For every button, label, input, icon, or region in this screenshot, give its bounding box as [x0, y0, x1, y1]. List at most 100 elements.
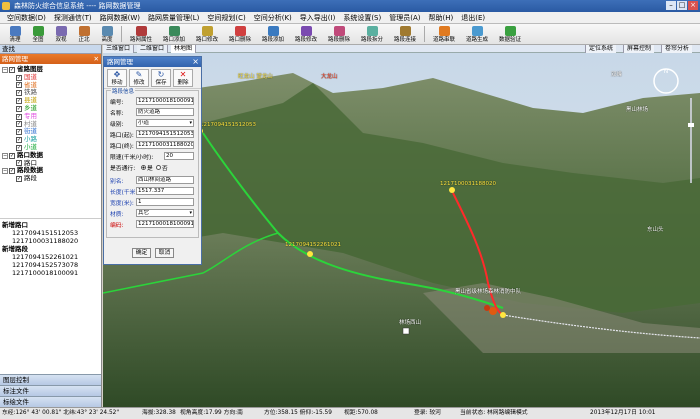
toolbar-button-12[interactable]: 路段拆分 [356, 25, 388, 43]
tree-layer-item[interactable]: ✓ 国道 [2, 73, 99, 82]
toolbar-button-5[interactable]: 路网属性 [125, 25, 157, 43]
code-field[interactable]: 1217100018100091 [136, 220, 194, 228]
bottom-tab-1[interactable]: 标注文件 [0, 385, 101, 396]
new-road-title[interactable]: 新增路段 [2, 245, 99, 253]
tree-root-layers[interactable]: − ✓ 省路图层 [2, 65, 99, 74]
tree-group-junctions[interactable]: − ✓ 路口数据 [2, 151, 99, 160]
menu-item-6[interactable]: 导入导出(I) [297, 12, 339, 24]
menu-item-3[interactable]: 路网质量管理(L) [145, 12, 202, 24]
pass-yes-radio[interactable] [141, 164, 146, 170]
toolbar-button-10[interactable]: 路段修改 [290, 25, 322, 43]
menu-item-7[interactable]: 系统设置(S) [340, 12, 384, 24]
new-road-item[interactable]: 1217100018100091 [2, 269, 99, 277]
checkbox[interactable]: ✓ [16, 121, 22, 128]
cancel-button[interactable]: 取消 [155, 248, 174, 258]
checkbox[interactable]: ✓ [16, 74, 22, 81]
expand-icon[interactable]: − [2, 152, 8, 159]
tree-group-roads[interactable]: − ✓ 路段数据 [2, 167, 99, 175]
delete-button[interactable]: ✕ 删除 [173, 69, 193, 87]
checkbox[interactable]: ✓ [16, 105, 22, 112]
checkbox[interactable]: ✓ [16, 98, 22, 105]
alias-field[interactable]: 西山林间道路 [136, 176, 194, 184]
tree-layer-item[interactable]: ✓ 街道 [2, 128, 99, 136]
ok-button[interactable]: 确定 [132, 248, 151, 258]
move-button[interactable]: ✥ 移动 [107, 69, 127, 87]
toolbar-button-8[interactable]: 路口删除 [224, 25, 256, 43]
left-panel: 查找 路网管理 ✕ − ✓ 省路图层 ✓ 国道 ✓ 省道 ✓ 铁路 ✓ 县道 ✓ 乡道 ✓ 专用 ✓ 村道 ✓ 街道… [0, 45, 102, 407]
new-road-item[interactable]: 1217094152573078 [2, 261, 99, 269]
tab-screen-control[interactable]: 屏幕控制 [623, 45, 655, 53]
tab-2d[interactable]: 二维窗口 [137, 45, 169, 53]
tab-positioning[interactable]: 定位系统 [585, 45, 617, 53]
menu-item-4[interactable]: 空间规划(C) [204, 12, 248, 24]
tab-swipe-analysis[interactable]: 卷帘分析 [661, 45, 693, 53]
tree-layer-item[interactable]: ✓ 省道 [2, 81, 99, 90]
tree-layer-item[interactable]: ✓ 铁路 [2, 89, 99, 97]
start-junction-field[interactable]: 1217094151512053 [136, 130, 194, 138]
toolbar-button-1[interactable]: 全图 [27, 25, 49, 43]
minimize-button[interactable]: – [666, 1, 676, 10]
checkbox[interactable]: ✓ [9, 152, 15, 159]
checkbox[interactable]: ✓ [16, 82, 22, 89]
menu-item-5[interactable]: 空间分析(K) [251, 12, 295, 24]
length-field[interactable]: 1517.337 [136, 187, 194, 195]
toolbar-button-9[interactable]: 路段添加 [257, 25, 289, 43]
menu-item-10[interactable]: 退出(E) [458, 12, 488, 24]
search-bar[interactable]: 查找 [0, 45, 101, 54]
tree-layer-item[interactable]: ✓ 小路 [2, 135, 99, 144]
tree-road-item[interactable]: ✓ 路段 [2, 174, 99, 183]
new-junction-title[interactable]: 新增路口 [2, 221, 99, 229]
checkbox[interactable]: ✓ [9, 66, 15, 73]
toolbar-button-13[interactable]: 路段连接 [389, 25, 421, 43]
menu-item-0[interactable]: 空间数据(D) [4, 12, 49, 24]
speed-field[interactable]: 20 [164, 152, 194, 160]
save-button[interactable]: ↻ 保存 [151, 69, 171, 87]
name-field[interactable]: 防火道路 [136, 108, 194, 116]
tree-layer-item[interactable]: ✓ 村道 [2, 120, 99, 129]
checkbox[interactable]: ✓ [9, 168, 15, 175]
end-junction-field[interactable]: 1217100031188020 [136, 141, 194, 149]
menu-item-9[interactable]: 帮助(H) [426, 12, 457, 24]
new-junction-item[interactable]: 1217100031188020 [2, 237, 99, 245]
bottom-tab-2[interactable]: 标绘文件 [0, 396, 101, 407]
dialog-close-icon[interactable]: × [192, 57, 199, 67]
bottom-tab-0[interactable]: 图层控制 [0, 374, 101, 385]
tree-layer-item[interactable]: ✓ 专用 [2, 112, 99, 121]
level-select[interactable]: 小道 [136, 119, 194, 127]
expand-icon[interactable]: − [2, 168, 8, 175]
menu-item-8[interactable]: 管理员(A) [386, 12, 423, 24]
checkbox[interactable]: ✓ [16, 176, 22, 183]
edit-button[interactable]: ✎ 修改 [129, 69, 149, 87]
menu-item-1[interactable]: 探测通信(T) [51, 12, 95, 24]
toolbar-button-3[interactable]: 正北 [73, 25, 95, 43]
menu-item-2[interactable]: 路网数据(W) [97, 12, 143, 24]
toolbar-button-15[interactable]: 道路生成 [461, 25, 493, 43]
checkbox[interactable]: ✓ [16, 144, 22, 151]
tab-3d[interactable]: 三维窗口 [103, 45, 135, 53]
toolbar-button-11[interactable]: 路段删除 [323, 25, 355, 43]
checkbox[interactable]: ✓ [16, 137, 22, 144]
close-button[interactable]: × [688, 1, 698, 10]
toolbar-button-2[interactable]: 双视 [50, 25, 72, 43]
expand-icon[interactable]: − [2, 66, 8, 73]
maximize-button[interactable]: □ [677, 1, 687, 10]
new-junction-item[interactable]: 1217094151512053 [2, 229, 99, 237]
toolbar-button-4[interactable]: 高度 [96, 25, 118, 43]
tree-layer-item[interactable]: ✓ 县道 [2, 96, 99, 105]
material-select[interactable]: 其它 [136, 209, 194, 217]
toolbar-button-14[interactable]: 道路串联 [428, 25, 460, 43]
toolbar-button-6[interactable]: 路口添加 [158, 25, 190, 43]
tree-layer-item[interactable]: ✓ 乡道 [2, 104, 99, 113]
new-road-item[interactable]: 1217094152261021 [2, 253, 99, 261]
id-field[interactable]: 1217100018100091 [136, 97, 194, 105]
checkbox[interactable]: ✓ [16, 129, 22, 136]
checkbox[interactable]: ✓ [16, 113, 22, 120]
pass-no-radio[interactable] [155, 164, 161, 170]
toolbar-button-16[interactable]: 数据验证 [494, 25, 526, 43]
pin-icon[interactable]: ✕ [94, 54, 99, 64]
checkbox[interactable]: ✓ [16, 90, 22, 97]
tab-forest[interactable]: 林地图 [171, 45, 197, 53]
width-field[interactable]: 1 [136, 198, 194, 206]
toolbar-button-0[interactable]: 清理 [4, 25, 26, 43]
toolbar-button-7[interactable]: 路口修改 [191, 25, 223, 43]
